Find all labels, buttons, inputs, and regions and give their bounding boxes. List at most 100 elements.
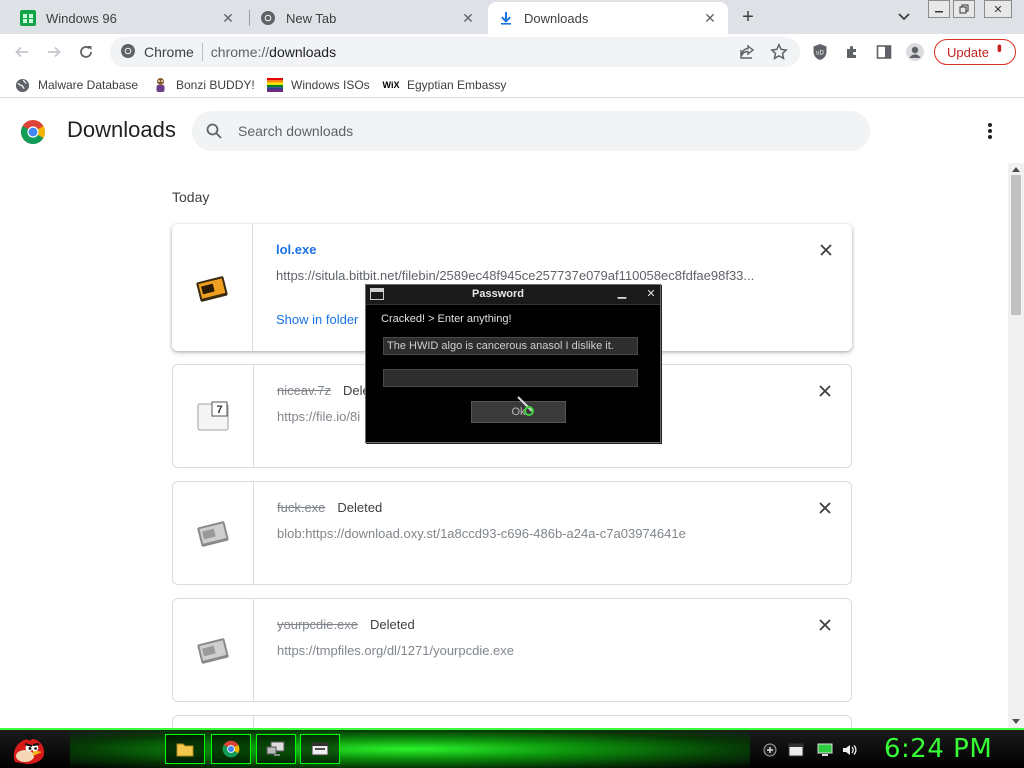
7z-file-icon: 7 bbox=[197, 401, 229, 431]
second-input[interactable] bbox=[383, 369, 638, 387]
file-name[interactable]: fuck.exe Deleted bbox=[277, 500, 382, 515]
remove-download-icon[interactable] bbox=[817, 500, 833, 516]
download-item: yourpcdie.exe Deleted https://tmpfiles.or… bbox=[172, 598, 852, 702]
extensions-puzzle-icon[interactable] bbox=[842, 43, 862, 61]
scroll-thumb[interactable] bbox=[1011, 175, 1021, 315]
back-button[interactable] bbox=[11, 41, 33, 63]
reload-button[interactable] bbox=[75, 41, 97, 63]
downloads-header: Downloads Search downloads bbox=[0, 99, 1008, 163]
chrome-menu-icon[interactable]: ••• bbox=[992, 44, 1008, 50]
file-icon-cell bbox=[173, 716, 254, 728]
taskbar-password-window-icon[interactable] bbox=[300, 734, 340, 764]
password-dialog: Password ▁ ✕ Cracked! > Enter anything! … bbox=[365, 284, 661, 443]
download-item bbox=[172, 715, 852, 728]
file-url[interactable]: blob:https://download.oxy.st/1a8ccd93-c6… bbox=[277, 526, 777, 541]
close-window-button[interactable]: ✕ bbox=[984, 0, 1012, 18]
tray-volume-icon[interactable] bbox=[842, 742, 858, 758]
side-panel-icon[interactable] bbox=[874, 43, 894, 61]
download-icon bbox=[498, 10, 514, 26]
bookmark-egyptian-embassy[interactable]: WiX Egyptian Embassy bbox=[382, 76, 507, 94]
chrome-logo-icon bbox=[20, 119, 46, 145]
file-icon-cell bbox=[173, 599, 254, 701]
minimize-window-button[interactable] bbox=[928, 0, 950, 18]
url-text: chrome://downloads bbox=[210, 44, 337, 60]
file-url[interactable]: https://tmpfiles.org/dl/1271/yourpcdie.e… bbox=[277, 643, 777, 658]
bonzi-icon bbox=[152, 77, 168, 93]
tab-windows-96[interactable]: Windows 96 ✕ bbox=[10, 2, 246, 34]
file-name[interactable]: yourpcdie.exe Deleted bbox=[277, 617, 415, 632]
downloads-list: Today lol.exe https://situla.bitbit.net/… bbox=[0, 163, 1008, 728]
tab-strip: Windows 96 ✕ New Tab ✕ Downloads ✕ + ✕ bbox=[0, 0, 1024, 34]
rainbow-flag-icon bbox=[267, 77, 283, 93]
new-tab-button[interactable]: + bbox=[736, 6, 760, 28]
search-icon bbox=[204, 121, 224, 141]
bookmark-malware-database[interactable]: Malware Database bbox=[14, 76, 138, 94]
taskbar-computer-icon[interactable] bbox=[256, 734, 296, 764]
file-name[interactable]: niceav.7z Dele bbox=[277, 383, 370, 398]
date-heading: Today bbox=[172, 189, 210, 205]
search-downloads-field[interactable]: Search downloads bbox=[192, 111, 870, 151]
close-tab-icon[interactable]: ✕ bbox=[220, 10, 236, 26]
remove-download-icon[interactable] bbox=[818, 242, 834, 258]
show-in-folder-link[interactable]: Show in folder bbox=[276, 312, 358, 327]
forward-button[interactable] bbox=[43, 41, 65, 63]
address-bar[interactable]: Chrome chrome://downloads bbox=[110, 37, 800, 67]
more-options-icon[interactable] bbox=[982, 121, 998, 141]
busy-cursor-icon bbox=[517, 396, 534, 416]
scheme-label: Chrome bbox=[144, 44, 194, 60]
remove-download-icon[interactable] bbox=[817, 383, 833, 399]
bookmark-bonzi-buddy[interactable]: Bonzi BUDDY! bbox=[152, 76, 255, 94]
tray-monitor-icon[interactable] bbox=[817, 742, 833, 758]
win96-icon bbox=[20, 10, 36, 26]
omnibox-divider bbox=[201, 43, 203, 61]
tab-downloads[interactable]: Downloads ✕ bbox=[488, 2, 728, 34]
remove-download-icon[interactable] bbox=[817, 617, 833, 633]
tab-search-chevron-icon[interactable] bbox=[894, 8, 914, 26]
bookmarks-bar: Malware Database Bonzi BUDDY! Windows IS… bbox=[0, 70, 1024, 98]
search-placeholder: Search downloads bbox=[238, 123, 354, 139]
browser-toolbar: Chrome chrome://downloads uD Update ••• bbox=[0, 34, 1024, 70]
dialog-prompt: Cracked! > Enter anything! bbox=[381, 313, 512, 325]
tray-window-icon[interactable] bbox=[788, 742, 804, 758]
download-item: fuck.exe Deleted blob:https://download.ox… bbox=[172, 481, 852, 585]
taskbar-chrome-icon[interactable] bbox=[211, 734, 251, 764]
dialog-title: Password bbox=[472, 288, 524, 300]
bookmark-star-icon[interactable] bbox=[770, 43, 788, 61]
globe-icon bbox=[14, 77, 30, 93]
scroll-down-arrow-icon[interactable] bbox=[1012, 719, 1020, 724]
taskbar-file-explorer-icon[interactable] bbox=[165, 734, 205, 764]
profile-avatar-icon[interactable] bbox=[905, 43, 925, 61]
bookmark-windows-isos[interactable]: Windows ISOs bbox=[267, 76, 370, 94]
dialog-titlebar[interactable]: Password ▁ ✕ bbox=[366, 285, 660, 305]
file-url[interactable]: https://situla.bitbit.net/filebin/2589ec… bbox=[276, 268, 776, 283]
restore-window-button[interactable] bbox=[953, 0, 975, 18]
update-button[interactable]: Update ••• bbox=[934, 39, 1016, 65]
file-icon-cell bbox=[173, 482, 254, 584]
exe-file-icon bbox=[197, 521, 229, 547]
chrome-icon bbox=[260, 10, 276, 26]
chrome-page-icon bbox=[120, 43, 136, 62]
file-icon-cell bbox=[172, 224, 253, 351]
dialog-minimize-icon[interactable]: ▁ bbox=[615, 286, 629, 299]
exe-file-icon bbox=[196, 275, 228, 302]
tab-new-tab[interactable]: New Tab ✕ bbox=[250, 2, 486, 34]
file-name[interactable]: lol.exe bbox=[276, 242, 316, 257]
taskbar-clock[interactable]: 6:24 PM bbox=[884, 734, 992, 764]
svg-text:uD: uD bbox=[816, 51, 824, 57]
exe-file-icon bbox=[197, 638, 229, 664]
dialog-close-icon[interactable]: ✕ bbox=[645, 287, 657, 300]
taskbar: 6:24 PM bbox=[0, 728, 1024, 768]
close-tab-icon[interactable]: ✕ bbox=[460, 10, 476, 26]
share-icon[interactable] bbox=[738, 43, 756, 61]
close-tab-icon[interactable]: ✕ bbox=[702, 10, 718, 26]
file-icon-cell: 7 bbox=[173, 365, 254, 467]
ublock-shield-icon[interactable]: uD bbox=[810, 43, 830, 61]
wix-icon: WiX bbox=[382, 80, 400, 90]
svg-text:7: 7 bbox=[216, 404, 222, 416]
scroll-up-arrow-icon[interactable] bbox=[1012, 167, 1020, 172]
page-scrollbar[interactable] bbox=[1008, 163, 1024, 728]
start-button-angry-bird-icon[interactable] bbox=[6, 730, 50, 768]
tray-network-icon[interactable] bbox=[762, 742, 778, 758]
password-input[interactable]: The HWID algo is cancerous anasol I disl… bbox=[383, 337, 638, 355]
page-title: Downloads bbox=[67, 117, 176, 142]
